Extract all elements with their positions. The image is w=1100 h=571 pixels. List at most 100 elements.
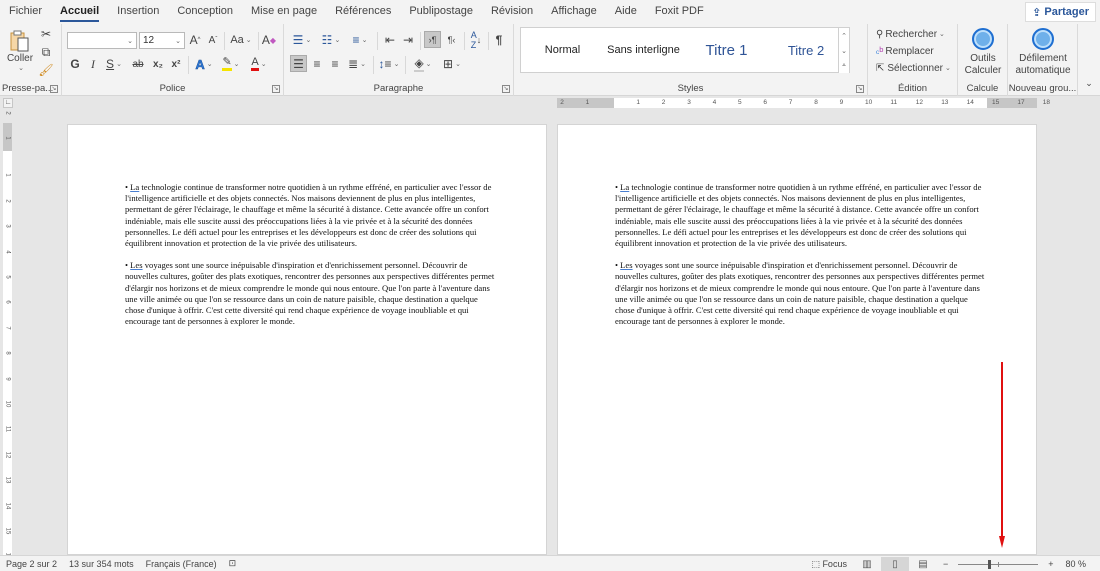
font-name-field[interactable]: ⌄	[67, 32, 137, 49]
tab-revision[interactable]: Révision	[482, 0, 542, 24]
ruler-number: 2	[661, 99, 666, 106]
show-marks-icon[interactable]: ¶	[491, 32, 507, 48]
status-right: ⬚ Focus ▥ ▯ ▤ − + 80 %	[805, 556, 1100, 571]
style-titre-1[interactable]: Titre 1	[689, 28, 764, 72]
ruler-number: 2	[4, 110, 11, 115]
rtl-direction-icon[interactable]: ¶‹	[443, 32, 460, 48]
line-spacing-icon[interactable]: ↕ ≡ ⌄	[377, 56, 401, 72]
separator	[488, 32, 489, 50]
paste-button[interactable]: Coller ⌄	[4, 27, 36, 73]
ruler-number: 1	[636, 99, 641, 106]
tab-fichier[interactable]: Fichier	[0, 0, 51, 24]
page-body[interactable]: • La technologie continue de transformer…	[125, 182, 497, 338]
style-normal[interactable]: Normal	[525, 28, 600, 72]
tab-publipostage[interactable]: Publipostage	[400, 0, 482, 24]
gallery-scroll-up-icon[interactable]: ⌃	[838, 28, 849, 43]
borders-icon[interactable]: ⊞ ⌄	[439, 56, 465, 72]
chevron-down-icon[interactable]: ⌄	[175, 37, 181, 45]
group-label-editing: Édition	[897, 83, 928, 94]
zoom-out-button[interactable]: −	[937, 559, 954, 569]
highlight-color-icon[interactable]: ✎ ⌄	[219, 56, 243, 72]
zoom-level[interactable]: 80 %	[1059, 559, 1100, 569]
tab-references[interactable]: Références	[326, 0, 400, 24]
italic-icon[interactable]: I	[85, 56, 101, 72]
text-effects-icon[interactable]: A ⌄	[192, 56, 216, 72]
gallery-more-icon[interactable]: ⩡	[838, 58, 849, 73]
page-count[interactable]: Page 2 sur 2	[0, 559, 63, 569]
select-button[interactable]: ⇱ Sélectionner ⌄	[876, 60, 951, 76]
tab-selector-icon[interactable]: ∟	[3, 98, 13, 108]
align-left-icon[interactable]: ☰	[290, 55, 307, 72]
separator	[188, 56, 189, 74]
align-right-icon[interactable]: ≡	[327, 56, 343, 72]
copy-icon[interactable]: ⧉	[38, 44, 54, 60]
paragraph-launcher-icon[interactable]: ↘	[502, 85, 510, 93]
paste-label: Coller	[6, 52, 34, 64]
underline-icon[interactable]: S ⌄	[103, 56, 125, 72]
decrease-indent-icon[interactable]: ⇤	[382, 32, 398, 48]
superscript-icon[interactable]: x²	[168, 56, 184, 72]
ltr-direction-icon[interactable]: ›¶	[424, 31, 441, 48]
justify-icon[interactable]: ≣ ⌄	[345, 56, 369, 72]
styles-launcher-icon[interactable]: ↘	[856, 85, 864, 93]
tab-affichage[interactable]: Affichage	[542, 0, 606, 24]
ruler-number: 13	[941, 99, 949, 106]
font-color-icon[interactable]: A ⌄	[247, 56, 271, 72]
tab-aide[interactable]: Aide	[606, 0, 646, 24]
bold-icon[interactable]: G	[67, 56, 83, 72]
font-size-field[interactable]: 12 ⌄	[139, 32, 185, 49]
ruler-number: 3	[687, 99, 691, 106]
language[interactable]: Français (France)	[140, 559, 223, 569]
find-button[interactable]: ⚲ Rechercher ⌄	[876, 26, 945, 42]
tab-accueil[interactable]: Accueil	[51, 0, 108, 24]
style-titre-2[interactable]: Titre 2	[766, 28, 846, 72]
font-launcher-icon[interactable]: ↘	[272, 85, 280, 93]
separator	[405, 56, 406, 74]
bullets-icon[interactable]: ☰ ⌄	[288, 32, 316, 48]
replace-icon: ᶜb	[876, 44, 884, 58]
strikethrough-icon[interactable]: ab	[130, 56, 146, 72]
subscript-icon[interactable]: x₂	[150, 56, 166, 72]
zoom-slider[interactable]	[958, 559, 1039, 569]
vertical-ruler[interactable]: 2112345678910111213141516	[3, 111, 12, 560]
collapse-ribbon-icon[interactable]: ⌄	[1082, 76, 1096, 90]
defilement-automatique-button[interactable]: Défilement automatique	[1010, 27, 1076, 77]
clipboard-launcher-icon[interactable]: ↘	[50, 85, 58, 93]
style-sans-interligne[interactable]: Sans interligne	[601, 28, 686, 72]
separator	[224, 32, 225, 50]
multilevel-list-icon[interactable]: ≡ ⌄	[346, 32, 374, 48]
gallery-scroll-down-icon[interactable]: ⌄	[838, 43, 849, 58]
shading-icon[interactable]: ◈ ⌄	[410, 56, 436, 72]
read-mode-icon[interactable]: ▥	[853, 557, 881, 571]
word-count[interactable]: 13 sur 354 mots	[63, 559, 140, 569]
ribbon-tabs: Fichier Accueil Insertion Conception Mis…	[0, 0, 1100, 24]
clear-formatting-icon[interactable]: A ◆	[261, 32, 277, 48]
cut-icon[interactable]: ✂	[38, 26, 54, 42]
focus-button[interactable]: ⬚ Focus	[805, 559, 853, 570]
align-center-icon[interactable]: ≡	[309, 56, 325, 72]
ruler-number: 7	[4, 326, 11, 330]
shrink-font-icon[interactable]: Aˇ	[205, 32, 221, 48]
grow-font-icon[interactable]: A ^	[187, 32, 203, 48]
tab-insertion[interactable]: Insertion	[108, 0, 168, 24]
share-label: Partager	[1044, 6, 1089, 18]
chevron-down-icon[interactable]: ⌄	[127, 37, 133, 45]
accessibility-icon[interactable]: ⊡	[223, 558, 243, 569]
print-layout-icon[interactable]: ▯	[880, 556, 909, 571]
horizontal-ruler[interactable]: 2 1 1 2 3 4 5 6 7 8 9 10 11 12 13 14 15 17 18	[557, 98, 1050, 108]
change-case-icon[interactable]: Aa ⌄	[227, 32, 255, 48]
format-painter-icon[interactable]: 🖌	[38, 62, 54, 78]
increase-indent-icon[interactable]: ⇥	[400, 32, 416, 48]
page-body[interactable]: • La technologie continue de transformer…	[615, 182, 987, 338]
zoom-slider-thumb[interactable]	[988, 559, 992, 569]
share-button[interactable]: ⇪ Partager	[1025, 2, 1096, 22]
zoom-in-button[interactable]: +	[1042, 559, 1059, 569]
sort-icon[interactable]: A Z ↓	[467, 30, 485, 50]
replace-button[interactable]: ᶜb Remplacer	[876, 43, 934, 59]
tab-conception[interactable]: Conception	[168, 0, 242, 24]
outils-calculer-button[interactable]: Outils Calculer	[960, 27, 1006, 77]
numbering-icon[interactable]: ☷ ⌄	[317, 32, 345, 48]
web-layout-icon[interactable]: ▤	[909, 557, 937, 571]
tab-foxit-pdf[interactable]: Foxit PDF	[646, 0, 713, 24]
tab-mise-en-page[interactable]: Mise en page	[242, 0, 326, 24]
